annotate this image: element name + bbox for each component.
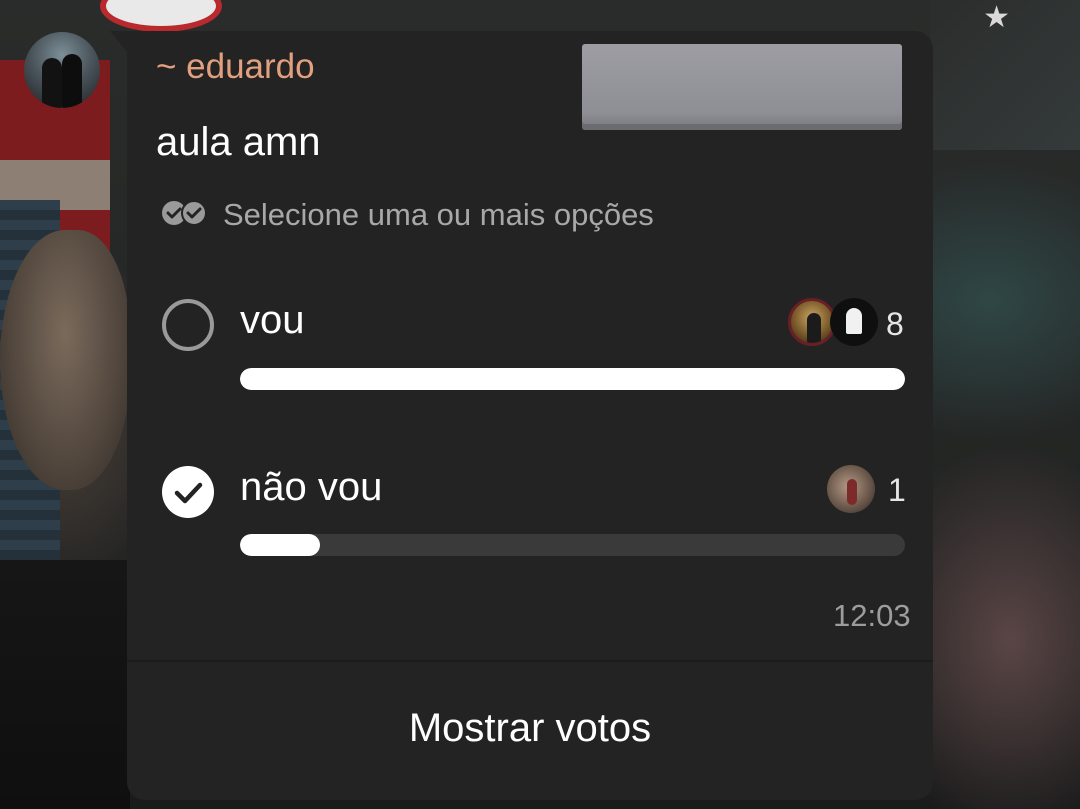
show-votes-button[interactable]: Mostrar votos <box>127 706 933 751</box>
bubble-tail <box>110 31 128 53</box>
option-vou-radio[interactable] <box>162 299 214 351</box>
option-nao-vou-label[interactable]: não vou <box>240 465 382 510</box>
option-vou-vote-count: 8 <box>886 306 904 342</box>
wallpaper-sticker <box>100 0 222 32</box>
poll-title: aula amn <box>156 120 321 164</box>
star-icon: ★ <box>983 0 1010 35</box>
poll-selection-hint: Selecione uma ou mais opções <box>223 197 654 232</box>
voter-avatar-photo[interactable] <box>827 465 875 513</box>
option-nao-vou-vote-count: 1 <box>888 472 906 508</box>
option-vou-label[interactable]: vou <box>240 298 305 343</box>
message-timestamp: 12:03 <box>833 598 911 633</box>
sender-avatar[interactable] <box>24 32 100 108</box>
option-nao-vou-progress-bar <box>240 534 905 556</box>
voter-avatar-ghost[interactable] <box>830 298 878 346</box>
option-vou-progress-fill <box>240 368 905 390</box>
wallpaper-shadow <box>0 560 130 809</box>
wallpaper-figure <box>0 230 130 490</box>
redacted-area <box>582 44 902 130</box>
option-nao-vou-progress-fill <box>240 534 320 556</box>
option-vou-progress-bar <box>240 368 905 390</box>
option-nao-vou-checkbox[interactable] <box>162 466 214 518</box>
sender-name[interactable]: ~ eduardo <box>156 47 315 87</box>
voter-avatar-photo[interactable] <box>788 298 836 346</box>
divider <box>127 660 933 662</box>
double-check-icon <box>162 200 207 226</box>
